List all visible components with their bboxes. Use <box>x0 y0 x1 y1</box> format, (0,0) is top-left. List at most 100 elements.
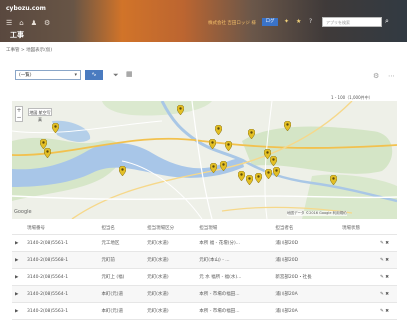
table-cell <box>339 234 377 252</box>
map-marker[interactable] <box>273 167 280 177</box>
table-cell <box>339 268 377 286</box>
more-icon[interactable]: ⋯ <box>388 72 395 80</box>
delete-icon[interactable]: ✖ <box>385 292 389 297</box>
delete-icon[interactable]: ✖ <box>385 258 389 263</box>
table-row[interactable]: ▶ 3140-2(08)5564-1 本町(元)道 元町(水道) 本所 - 市場… <box>12 285 397 303</box>
table-cell: 浦川部20A <box>272 285 340 303</box>
map-marker[interactable] <box>44 148 51 158</box>
map-marker[interactable] <box>255 173 262 183</box>
table-row[interactable]: ▶ 3140-2(08)5568-1 元町前 元町(水道) 元町(本山) - .… <box>12 251 397 269</box>
edit-icon[interactable]: ✎ <box>380 292 384 297</box>
menu-icon[interactable]: ☰ <box>6 19 12 27</box>
table-cell <box>339 302 377 320</box>
edit-icon[interactable]: ✎ <box>380 258 384 263</box>
table-row[interactable]: ▶ 3140-2(08)5564-1 元町上 (福) 元町(水道) 元 水 福所… <box>12 268 397 286</box>
table-cell: 本町(元)道 <box>98 285 145 303</box>
star-icon[interactable]: ★ <box>296 18 301 25</box>
view-select-value: (一覧) <box>19 73 32 78</box>
edit-icon[interactable]: ✎ <box>380 309 384 314</box>
map-marker[interactable] <box>220 161 227 171</box>
map-marker[interactable] <box>248 129 255 139</box>
delete-icon[interactable]: ✖ <box>385 241 389 246</box>
map-marker[interactable] <box>265 169 272 179</box>
table-cell: 3140-2(08)5563-1 <box>24 302 99 320</box>
column-header[interactable]: 担当現場 <box>196 222 273 235</box>
graph-button[interactable]: ∿ <box>85 70 103 80</box>
table-cell: 本所 - 市場の福田... <box>196 302 273 320</box>
column-header[interactable]: 現場状態 <box>339 222 377 235</box>
table-cell: 元町(水道) <box>144 302 197 320</box>
map-marker[interactable] <box>330 175 337 185</box>
table-cell <box>339 251 377 269</box>
record-detail-icon[interactable]: ▶ <box>12 268 24 286</box>
row-actions: ✎ ✖ <box>377 268 397 286</box>
delete-icon[interactable]: ✖ <box>385 275 389 280</box>
records-table: 現場番号 担当名 担当現場区分 担当現場 担当者名 現場状態 ▶ 3140-2(… <box>12 222 397 320</box>
table-cell: 浦川部20D <box>272 251 340 269</box>
table-cell: 浦川部20D <box>272 234 340 252</box>
table-cell: 元町(水道) <box>144 268 197 286</box>
column-header[interactable]: 担当現場区分 <box>144 222 197 235</box>
table-cell: 元町(本山) - ... <box>196 251 273 269</box>
map-marker[interactable] <box>52 123 59 133</box>
column-header[interactable]: 担当名 <box>98 222 145 235</box>
actions-column-header <box>377 222 397 235</box>
table-cell: 3140-2(08)5564-1 <box>24 268 99 286</box>
map-marker[interactable] <box>210 163 217 173</box>
delete-icon[interactable]: ✖ <box>385 309 389 314</box>
map-marker[interactable] <box>225 141 232 151</box>
map-marker[interactable] <box>238 171 245 181</box>
grid-icon[interactable]: ▦ <box>126 70 133 78</box>
search-icon[interactable]: ⌕ <box>385 17 395 27</box>
table-row[interactable]: ▶ 3140-2(08)5561-1 元工地区 元町(水道) 本所 福 - 花壇… <box>12 234 397 252</box>
table-cell: 3140-2(08)5564-1 <box>24 285 99 303</box>
login-button[interactable]: ログ <box>262 18 278 26</box>
header-icon-row: ☰ ⌂ ♟ ⚙ <box>6 19 50 27</box>
table-cell: 本町(元)道 <box>98 302 145 320</box>
table-cell: 本所 - 市場の福田... <box>196 285 273 303</box>
table-cell: 本所 福 - 花壇(分)... <box>196 234 273 252</box>
help-icon[interactable]: ? <box>309 18 312 25</box>
edit-icon[interactable]: ✎ <box>380 275 384 280</box>
record-detail-icon[interactable]: ▶ <box>12 302 24 320</box>
filter-icon[interactable]: ⏷ <box>113 71 119 80</box>
search-input[interactable]: アプリを検索 <box>322 17 382 27</box>
map-canvas <box>12 101 397 219</box>
flag-column-header <box>12 222 24 235</box>
table-cell: 元町(水道) <box>144 234 197 252</box>
bell-icon[interactable]: ✦ <box>284 18 289 25</box>
home-icon[interactable]: ⌂ <box>19 19 23 27</box>
table-cell: 元工地区 <box>98 234 145 252</box>
record-detail-icon[interactable]: ▶ <box>12 285 24 303</box>
map-marker[interactable] <box>270 156 277 166</box>
table-row[interactable]: ▶ 3140-2(08)5563-1 本町(元)道 元町(水道) 本所 - 市場… <box>12 302 397 320</box>
record-detail-icon[interactable]: ▶ <box>12 234 24 252</box>
map-view[interactable]: + − 地図 航空写真 Google 地図データ ©2016 Google 利用規… <box>12 101 397 219</box>
map-marker[interactable] <box>177 105 184 115</box>
map-marker[interactable] <box>215 125 222 135</box>
table-cell: 新宮部20D・社長 <box>272 268 340 286</box>
map-marker[interactable] <box>209 139 216 149</box>
breadcrumb[interactable]: 工事管 > 地図表示(仮) <box>6 47 52 53</box>
edit-icon[interactable]: ✎ <box>380 241 384 246</box>
table-cell: 元町(水道) <box>144 251 197 269</box>
people-icon[interactable]: ♟ <box>31 19 37 27</box>
map-marker[interactable] <box>246 175 253 185</box>
map-marker[interactable] <box>119 166 126 176</box>
map-type-toggle[interactable]: 地図 航空写真 <box>28 108 52 122</box>
table-header-row: 現場番号 担当名 担当現場区分 担当現場 担当者名 現場状態 <box>12 222 397 235</box>
map-marker[interactable] <box>284 121 291 131</box>
table-cell: 元 水 福所 - 福(水)... <box>196 268 273 286</box>
view-select[interactable]: (一覧) ▾ <box>15 70 81 80</box>
table-cell: 元町前 <box>98 251 145 269</box>
record-detail-icon[interactable]: ▶ <box>12 251 24 269</box>
map-attribution[interactable]: 地図データ ©2016 Google 利用規約 <box>287 211 347 216</box>
column-header[interactable]: 現場番号 <box>24 222 99 235</box>
settings-icon[interactable]: ⚙ <box>44 19 50 27</box>
brand-label: cybozu.com <box>6 5 46 12</box>
settings-icon[interactable]: ⚙ <box>373 72 379 80</box>
table-cell <box>339 285 377 303</box>
column-header[interactable]: 担当者名 <box>272 222 340 235</box>
zoom-control[interactable]: + − <box>15 106 23 122</box>
chevron-down-icon: ▾ <box>74 72 77 78</box>
